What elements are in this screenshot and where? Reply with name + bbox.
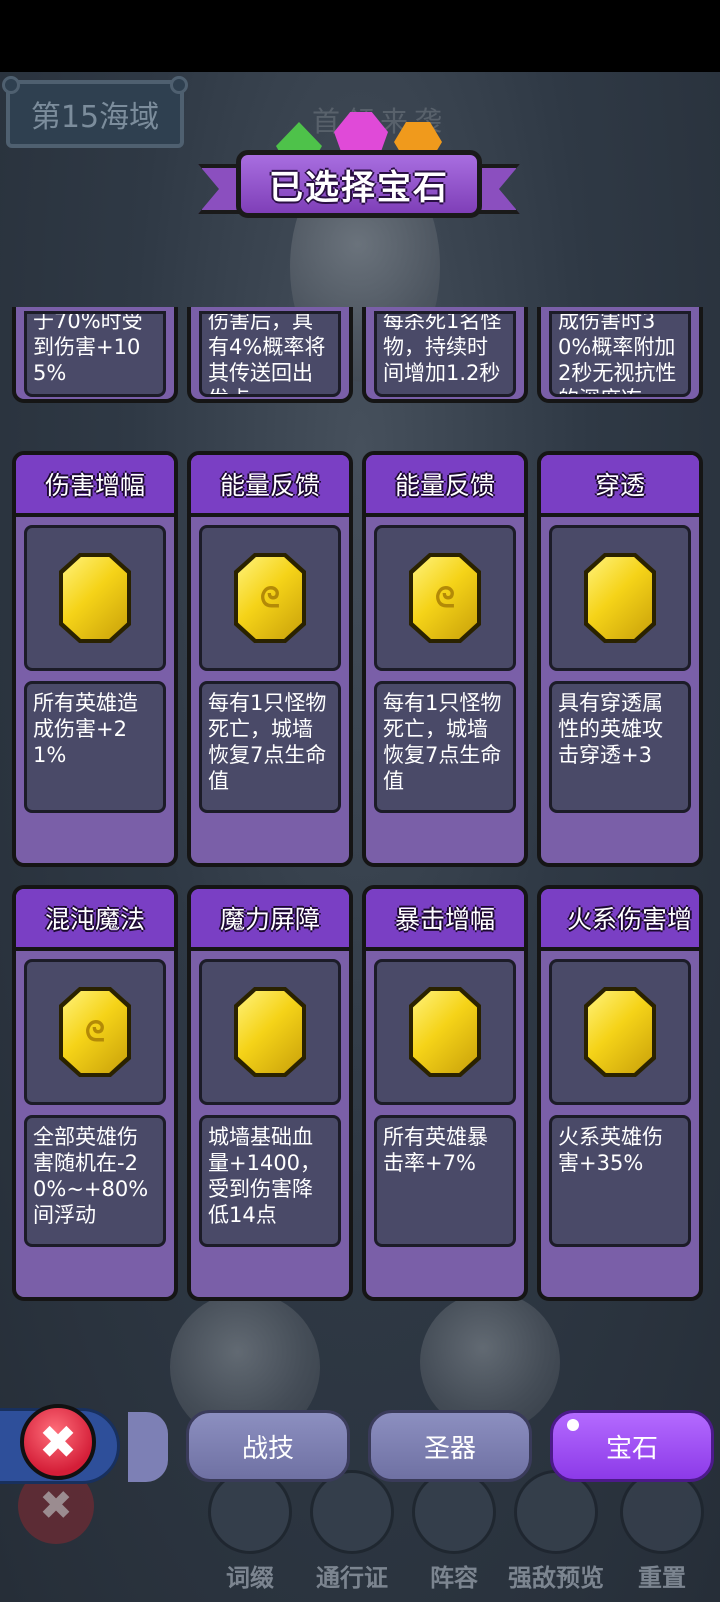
gem-frame: ᘓ [374, 525, 516, 671]
tab-gems[interactable]: 宝石 [550, 1410, 714, 1482]
card-title: 能量反馈 [366, 455, 524, 517]
active-indicator [567, 1419, 579, 1431]
yellow-swirl-gem-icon: ᘓ [413, 557, 477, 639]
gem-card-damage-boost[interactable]: 伤害增幅 所有英雄造成伤害+21% [12, 451, 178, 867]
tab-label: 战技 [241, 1433, 294, 1464]
tab-artifacts[interactable]: 圣器 [368, 1410, 532, 1482]
category-tab-bar: ✖ 战技 圣器 宝石 [0, 1404, 720, 1494]
nav-label: 词缀 [226, 1564, 274, 1592]
card-description-text: 伤害后，具有4%概率将其传送回出发点 [208, 311, 326, 394]
gem-card-partial[interactable]: 于70%时受到伤害+105% [12, 307, 178, 403]
gem-frame [549, 959, 691, 1105]
close-button[interactable]: ✖ [20, 1404, 96, 1480]
gem-frame [549, 525, 691, 671]
gem-card-partial[interactable]: 每杀死1名怪物，持续时间增加1.2秒 [362, 307, 528, 403]
gem-card-crit-boost[interactable]: 暴击增幅 所有英雄暴击率+7% [362, 885, 528, 1301]
yellow-gem-icon [588, 557, 652, 639]
tab-label: 宝石 [605, 1433, 658, 1464]
card-title: 伤害增幅 [16, 455, 174, 517]
nav-label: 阵容 [430, 1564, 478, 1592]
status-bar [0, 0, 720, 72]
sea-zone-label: 第15海域 [30, 100, 160, 135]
gem-card-energy-feedback[interactable]: 能量反馈 ᘓ 每有1只怪物死亡，城墙恢复7点生命值 [187, 451, 353, 867]
gem-frame [24, 525, 166, 671]
gem-card-fire-damage[interactable]: 火系伤害增 火系英雄伤害+35% [537, 885, 703, 1301]
card-title: 穿透 [541, 455, 699, 517]
card-description: 火系英雄伤害+35% [549, 1115, 691, 1247]
card-description-text: 于70%时受到伤害+105% [33, 311, 143, 385]
card-title: 暴击增幅 [366, 889, 524, 951]
card-description: 每杀死1名怪物，持续时间增加1.2秒 [374, 311, 516, 397]
yellow-swirl-gem-icon: ᘓ [63, 991, 127, 1073]
yellow-gem-icon [63, 557, 127, 639]
nav-label: 重置 [638, 1564, 686, 1592]
tab-skills[interactable]: 战技 [186, 1410, 350, 1482]
gem-card-partial[interactable]: 伤害后，具有4%概率将其传送回出发点 [187, 307, 353, 403]
sea-zone-badge: 第15海域 [2, 76, 188, 148]
gem-card-energy-feedback[interactable]: 能量反馈 ᘓ 每有1只怪物死亡，城墙恢复7点生命值 [362, 451, 528, 867]
gem-frame [374, 959, 516, 1105]
card-description: 每有1只怪物死亡，城墙恢复7点生命值 [374, 681, 516, 813]
card-description: 成伤害时30%概率附加2秒无视抗性的深度冻 [549, 311, 691, 397]
card-description: 具有穿透属性的英雄攻击穿透+3 [549, 681, 691, 813]
nav-label: 通行证 [316, 1564, 388, 1592]
gem-card-penetration[interactable]: 穿透 具有穿透属性的英雄攻击穿透+3 [537, 451, 703, 867]
card-description: 每有1只怪物死亡，城墙恢复7点生命值 [199, 681, 341, 813]
card-description: 全部英雄伤害随机在-20%~+80%间浮动 [24, 1115, 166, 1247]
gem-frame [199, 959, 341, 1105]
yellow-gem-icon [588, 991, 652, 1073]
card-title: 火系伤害增 [541, 889, 699, 951]
gem-card-partial[interactable]: 成伤害时30%概率附加2秒无视抗性的深度冻 [537, 307, 703, 403]
card-title: 混沌魔法 [16, 889, 174, 951]
card-description: 所有英雄造成伤害+21% [24, 681, 166, 813]
nav-label: 强敌预览 [508, 1564, 604, 1592]
tab-partial[interactable] [128, 1412, 168, 1482]
card-description: 于70%时受到伤害+105% [24, 311, 166, 397]
selected-gems-banner: 已选择宝石 [198, 150, 520, 230]
yellow-gem-icon [413, 991, 477, 1073]
yellow-gem-icon [238, 991, 302, 1073]
card-description-text: 成伤害时30%概率附加2秒无视抗性的深度冻 [558, 311, 677, 394]
gem-card-magic-barrier[interactable]: 魔力屏障 城墙基础血量+1400，受到伤害降低14点 [187, 885, 353, 1301]
tab-label: 圣器 [423, 1433, 476, 1464]
gem-card-list[interactable]: 于70%时受到伤害+105% 伤害后，具有4%概率将其传送回出发点 每杀死1名怪… [0, 307, 720, 1330]
card-description: 城墙基础血量+1400，受到伤害降低14点 [199, 1115, 341, 1247]
gem-frame: ᘓ [24, 959, 166, 1105]
gem-card-chaos-magic[interactable]: 混沌魔法 ᘓ 全部英雄伤害随机在-20%~+80%间浮动 [12, 885, 178, 1301]
card-title: 能量反馈 [191, 455, 349, 517]
gem-frame: ᘓ [199, 525, 341, 671]
banner-title: 已选择宝石 [236, 150, 482, 218]
yellow-swirl-gem-icon: ᘓ [238, 557, 302, 639]
card-description: 所有英雄暴击率+7% [374, 1115, 516, 1247]
card-description-text: 每杀死1名怪物，持续时间增加1.2秒 [383, 311, 502, 385]
card-title: 魔力屏障 [191, 889, 349, 951]
card-description: 伤害后，具有4%概率将其传送回出发点 [199, 311, 341, 397]
